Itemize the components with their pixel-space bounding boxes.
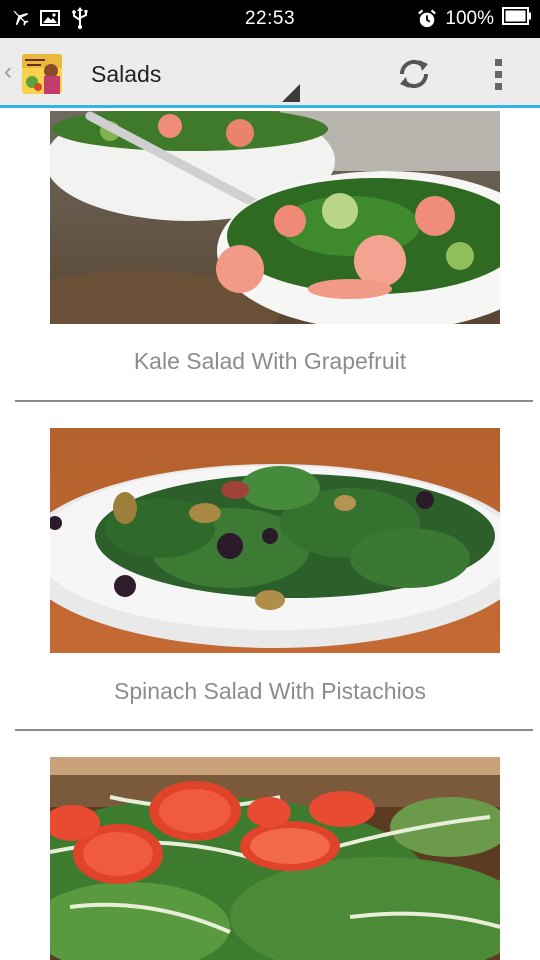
overflow-dot (494, 82, 502, 90)
spinach-pistachio-salad-photo[interactable] (50, 428, 500, 653)
up-navigation-icon[interactable]: ‹ (4, 58, 12, 86)
recipe-item[interactable]: Kale Salad With Grapefruit (0, 111, 540, 404)
page-title[interactable]: Salads (91, 61, 161, 88)
recipe-list[interactable]: Kale Salad With Grapefruit Spinach Salad… (0, 111, 540, 960)
overflow-dot (494, 70, 502, 78)
refresh-button[interactable] (392, 52, 436, 96)
recipe-title[interactable]: Kale Salad With Grapefruit (0, 348, 540, 375)
recipe-title[interactable]: Spinach Salad With Pistachios (0, 678, 540, 705)
overflow-menu-button[interactable] (484, 52, 512, 96)
battery-percentage: 100% (445, 7, 494, 29)
status-bar: 22:53 100% (0, 0, 540, 38)
recipe-item[interactable] (0, 757, 540, 960)
dropdown-indicator-icon[interactable] (282, 84, 300, 102)
battery-icon (502, 7, 532, 30)
overflow-dot (494, 58, 502, 66)
action-bar: ‹ Salads (0, 38, 540, 108)
divider (15, 729, 533, 731)
alarm-icon (417, 8, 437, 30)
kale-grapefruit-salad-photo[interactable] (50, 111, 500, 324)
refresh-icon (399, 59, 429, 89)
app-logo[interactable] (22, 54, 62, 94)
tomato-greens-salad-photo[interactable] (50, 757, 500, 960)
divider (15, 400, 533, 402)
recipe-item[interactable]: Spinach Salad With Pistachios (0, 428, 540, 733)
